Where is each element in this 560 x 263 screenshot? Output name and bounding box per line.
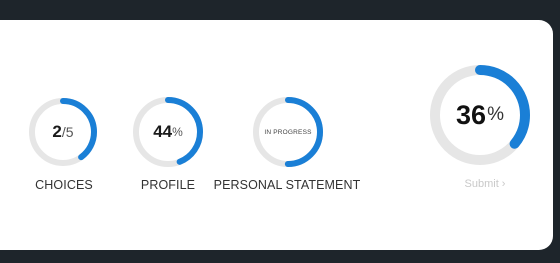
overall-percent-unit: % bbox=[487, 104, 504, 125]
overall-percent-value: 36 bbox=[456, 99, 487, 130]
submit-button[interactable]: Submit › bbox=[465, 178, 506, 190]
overall-progress-ring: 36% bbox=[430, 65, 530, 165]
personal-statement-status: IN PROGRESS bbox=[264, 128, 312, 136]
personal-statement-ring-center: IN PROGRESS bbox=[253, 97, 323, 167]
choices-progress-ring: 2/5 bbox=[29, 98, 97, 166]
choices-total: /5 bbox=[61, 124, 74, 140]
overall-ring-center: 36% bbox=[430, 65, 530, 165]
choices-label: CHOICES bbox=[35, 178, 93, 192]
profile-percent-value: 44 bbox=[153, 122, 173, 141]
profile-label: PROFILE bbox=[140, 178, 196, 192]
profile-progress-ring: 44% bbox=[133, 97, 203, 167]
progress-card: 2/5 CHOICES 44% PROFILE IN PROGRESS PERS… bbox=[0, 20, 553, 250]
personal-statement-progress-ring: IN PROGRESS bbox=[253, 97, 323, 167]
profile-ring-center: 44% bbox=[133, 97, 203, 167]
choices-ring-center: 2/5 bbox=[29, 98, 97, 166]
personal-statement-label: PERSONAL STATEMENT bbox=[213, 178, 361, 192]
profile-percent-unit: % bbox=[172, 125, 183, 139]
choices-count: 2 bbox=[52, 122, 62, 141]
